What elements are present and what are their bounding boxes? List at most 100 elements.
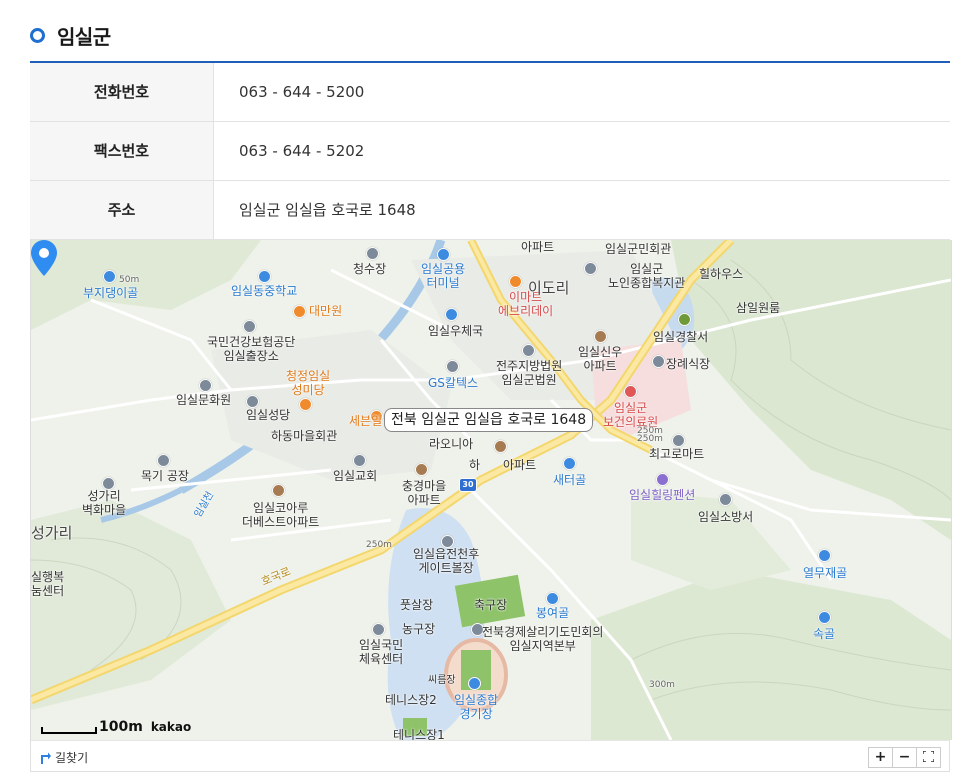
map-label: 하	[469, 458, 481, 472]
contact-info-table: 전화번호 063 - 644 - 5200 팩스번호 063 - 644 - 5…	[30, 61, 950, 240]
scale-text: 100m	[99, 719, 143, 735]
map-label: 임실종합 경기장	[454, 693, 499, 721]
map-label: 힐하우스	[699, 267, 744, 281]
map-label: 임실교회	[333, 469, 378, 483]
map-label: 축구장	[474, 598, 508, 612]
map-label: 봉여골	[536, 606, 570, 620]
map-label: 임실힐링펜션	[629, 488, 696, 502]
map-label: 속골	[813, 627, 836, 641]
map-label: 임실소방서	[698, 510, 754, 524]
post-office-icon	[445, 308, 458, 321]
map-label: 장례식장	[666, 357, 711, 371]
map-label: 이도리	[528, 279, 570, 297]
location-pin-icon[interactable]	[31, 240, 57, 276]
fullscreen-button[interactable]	[917, 747, 941, 768]
church-icon	[353, 454, 366, 467]
elevation-label: 300m	[649, 680, 675, 690]
zoom-out-button[interactable]: −	[893, 747, 917, 768]
fullscreen-icon	[922, 750, 935, 763]
restaurant-icon	[299, 398, 312, 411]
map-label: 새터골	[553, 473, 587, 487]
apartment-icon	[594, 330, 607, 343]
building-icon	[199, 379, 212, 392]
zoom-in-button[interactable]: +	[868, 747, 893, 768]
apartment-icon	[272, 484, 285, 497]
stadium-icon	[468, 677, 481, 690]
map-label: 농구장	[402, 622, 436, 636]
bus-terminal-icon	[437, 248, 450, 261]
funeral-icon	[652, 355, 665, 368]
hill-icon	[546, 592, 559, 605]
map-label: 실행복 눔센터	[31, 570, 65, 598]
elevation-label: 250m	[637, 434, 663, 444]
map-label: 대만원	[309, 304, 343, 318]
map-label: 열무재골	[803, 566, 848, 580]
map-label: 임실우체국	[428, 324, 484, 338]
court-icon	[522, 344, 535, 357]
church-icon	[246, 395, 259, 408]
map-label: 아파트	[521, 240, 555, 254]
map-label: 세븐일	[349, 414, 383, 428]
map-label: 임실군 노인종합복지관	[608, 262, 685, 290]
hill-icon	[103, 270, 116, 283]
map-label: 전주지방법원 임실군법원	[496, 359, 563, 387]
restaurant-icon	[293, 305, 306, 318]
scale-line	[41, 727, 97, 734]
map-label: 부지댕이골	[83, 286, 139, 300]
map-label: 청수장	[353, 262, 387, 276]
table-row: 주소 임실군 임실읍 호국로 1648	[30, 180, 950, 239]
map-label: 목기 공장	[141, 469, 189, 483]
building-icon	[366, 247, 379, 260]
table-row: 팩스번호 063 - 644 - 5202	[30, 121, 950, 180]
directions-button[interactable]: 길찾기	[41, 749, 88, 766]
hill-icon	[818, 611, 831, 624]
section-title: 임실군	[57, 24, 111, 49]
map-label: 임실공용 터미널	[421, 262, 466, 290]
map-label: 임실군민회관	[605, 242, 672, 256]
map-label-line: 임실군	[630, 262, 664, 276]
elevation-label: 250m	[366, 540, 392, 550]
apartment-icon	[415, 463, 428, 476]
map-label: 아파트	[503, 458, 537, 472]
table-row: 전화번호 063 - 644 - 5200	[30, 62, 950, 121]
map-label: 성가리	[31, 524, 73, 542]
map-view[interactable]: 아파트 임실군민회관 임실군 노인종합복지관 힐하우스 삼일원룸 50m 부지댕이…	[30, 240, 952, 740]
kakao-logo: kakao	[150, 720, 192, 734]
school-icon	[258, 270, 271, 283]
map-label-line: 노인종합복지관	[608, 276, 686, 290]
map-label: 삼일원룸	[736, 301, 781, 315]
police-icon	[678, 313, 691, 326]
route-badge: 30	[459, 478, 477, 492]
gym-icon	[372, 623, 385, 636]
phone-label: 전화번호	[30, 62, 214, 121]
map-label: 씨름장	[428, 675, 456, 686]
section-header: 임실군	[30, 20, 111, 50]
map-label: 임실동중학교	[231, 284, 298, 298]
map-label: 국민건강보험공단 임실출장소	[207, 335, 296, 363]
map-label: 임실경찰서	[653, 330, 709, 344]
map-label: 충경마을 아파트	[402, 479, 447, 507]
building-icon	[584, 262, 597, 275]
fax-label: 팩스번호	[30, 121, 214, 180]
scale-bar: 100m kakao	[41, 720, 191, 734]
fire-station-icon	[719, 493, 732, 506]
building-icon	[672, 434, 685, 447]
factory-icon	[157, 454, 170, 467]
map-label: GS칼텍스	[428, 376, 479, 390]
map-label: 성가리 벽화마을	[82, 489, 127, 517]
map-label: 임실코아루 더베스트아파트	[242, 501, 320, 529]
map-label: 임실성당	[246, 408, 291, 422]
map-label: 임실신우 아파트	[578, 345, 623, 373]
directions-label: 길찾기	[55, 751, 89, 765]
fax-value: 063 - 644 - 5202	[239, 141, 365, 160]
map-label: 전북경제살리기도민회의 임실지역본부	[482, 625, 604, 653]
map-label: 청정임실 성미당	[286, 369, 331, 397]
circle-bullet-icon	[30, 27, 45, 43]
directions-arrow-icon	[41, 752, 51, 764]
address-value: 임실군 임실읍 호국로 1648	[239, 201, 416, 219]
map-label: 임실국민 체육센터	[359, 638, 404, 666]
map-label: 최고로마트	[649, 447, 705, 461]
pension-icon	[656, 473, 669, 486]
hospital-icon	[624, 385, 637, 398]
map-label: 하동마을회관	[271, 429, 338, 443]
